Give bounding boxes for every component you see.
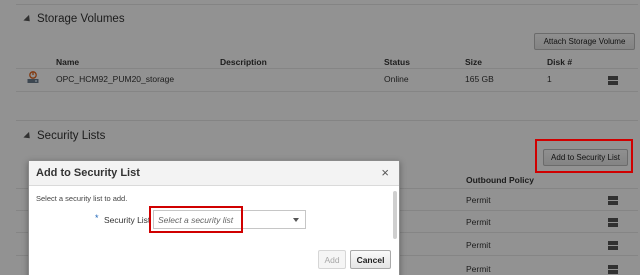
required-indicator: * [95,213,99,223]
cancel-button[interactable]: Cancel [350,250,391,269]
dialog-scrollbar[interactable] [393,191,397,239]
add-button[interactable]: Add [318,250,346,269]
dialog-instructions: Select a security list to add. [36,194,128,203]
highlight-box [149,206,243,233]
chevron-down-icon[interactable] [293,218,299,222]
security-list-label: Security List [104,215,151,225]
dialog-header: Add to Security List × [29,161,399,186]
close-icon[interactable]: × [381,166,389,179]
highlight-box [535,139,633,173]
dialog-title: Add to Security List [36,167,140,179]
